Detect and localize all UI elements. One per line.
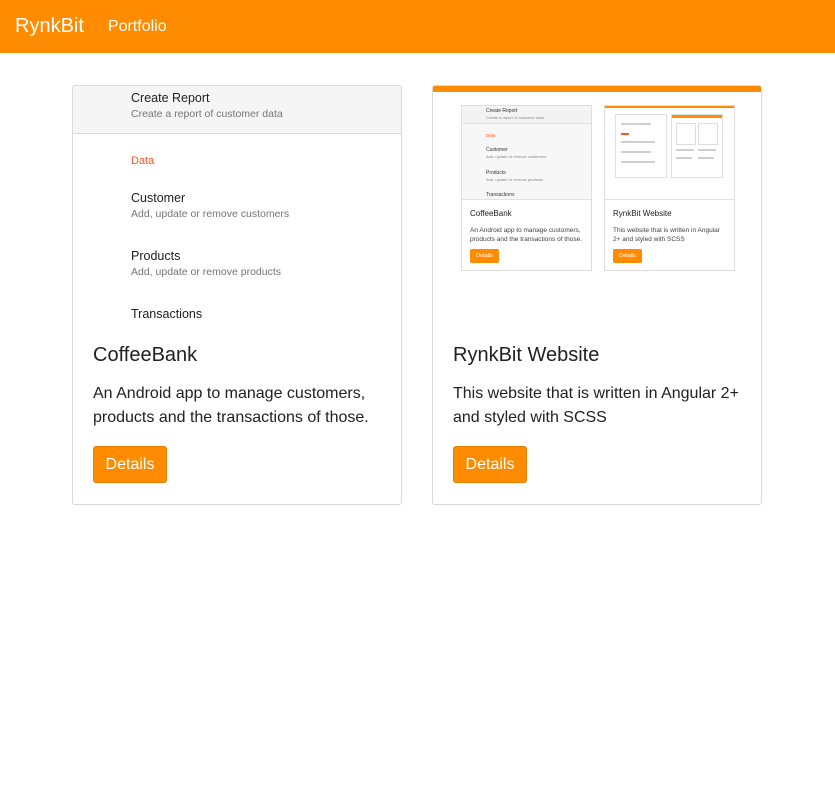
details-button[interactable]: Details [93, 446, 167, 483]
mini-card-image: Create Report Create a report of custome… [462, 106, 591, 200]
card-body: CoffeeBank An Android app to manage cust… [93, 344, 383, 430]
card-body: RynkBit Website This website that is wri… [453, 344, 743, 430]
screenshot-list-item: Transactions [131, 307, 203, 321]
screenshot-list-item: Customer Add, update or remove customers [131, 191, 290, 220]
screenshot-header: Create Report Create a report of custome… [73, 86, 401, 134]
mini-details-button: Details [613, 249, 642, 263]
project-card-rynkbit-website: Create Report Create a report of custome… [432, 85, 762, 505]
card-text: An Android app to manage customers, prod… [93, 385, 369, 426]
project-card-coffeebank: Create Report Create a report of custome… [72, 85, 402, 505]
navbar: RynkBit Portfolio [0, 0, 835, 53]
details-button[interactable]: Details [453, 446, 527, 483]
screenshot-header-title: Create Report [131, 91, 210, 105]
card-title: CoffeeBank [93, 344, 198, 366]
mini-card-rynkbit-website: RynkBit Website This website that is wri… [604, 105, 735, 271]
screenshot-navbar [433, 86, 761, 92]
mini-card-title: RynkBit Website [613, 209, 672, 218]
mini-card-title: CoffeeBank [470, 209, 512, 218]
mini-details-button: Details [470, 249, 499, 263]
nav-link-portfolio[interactable]: Portfolio [108, 18, 167, 36]
project-screenshot: Create Report Create a report of custome… [433, 86, 761, 326]
mini-card-coffeebank: Create Report Create a report of custome… [461, 105, 592, 271]
mini-card-text: An Android app to manage customers, prod… [470, 227, 583, 243]
card-text: This website that is written in Angular … [453, 385, 739, 426]
screenshot-list-item: Products Add, update or remove products [131, 249, 282, 278]
mini-card-text: This website that is written in Angular … [613, 227, 720, 243]
card-title: RynkBit Website [453, 344, 600, 366]
project-screenshot: Create Report Create a report of custome… [73, 86, 401, 326]
screenshot-header-subtitle: Create a report of customer data [131, 108, 283, 120]
mini-card-image [605, 106, 734, 200]
brand-logo[interactable]: RynkBit [15, 15, 84, 38]
screenshot-section-label: Data [131, 155, 155, 167]
